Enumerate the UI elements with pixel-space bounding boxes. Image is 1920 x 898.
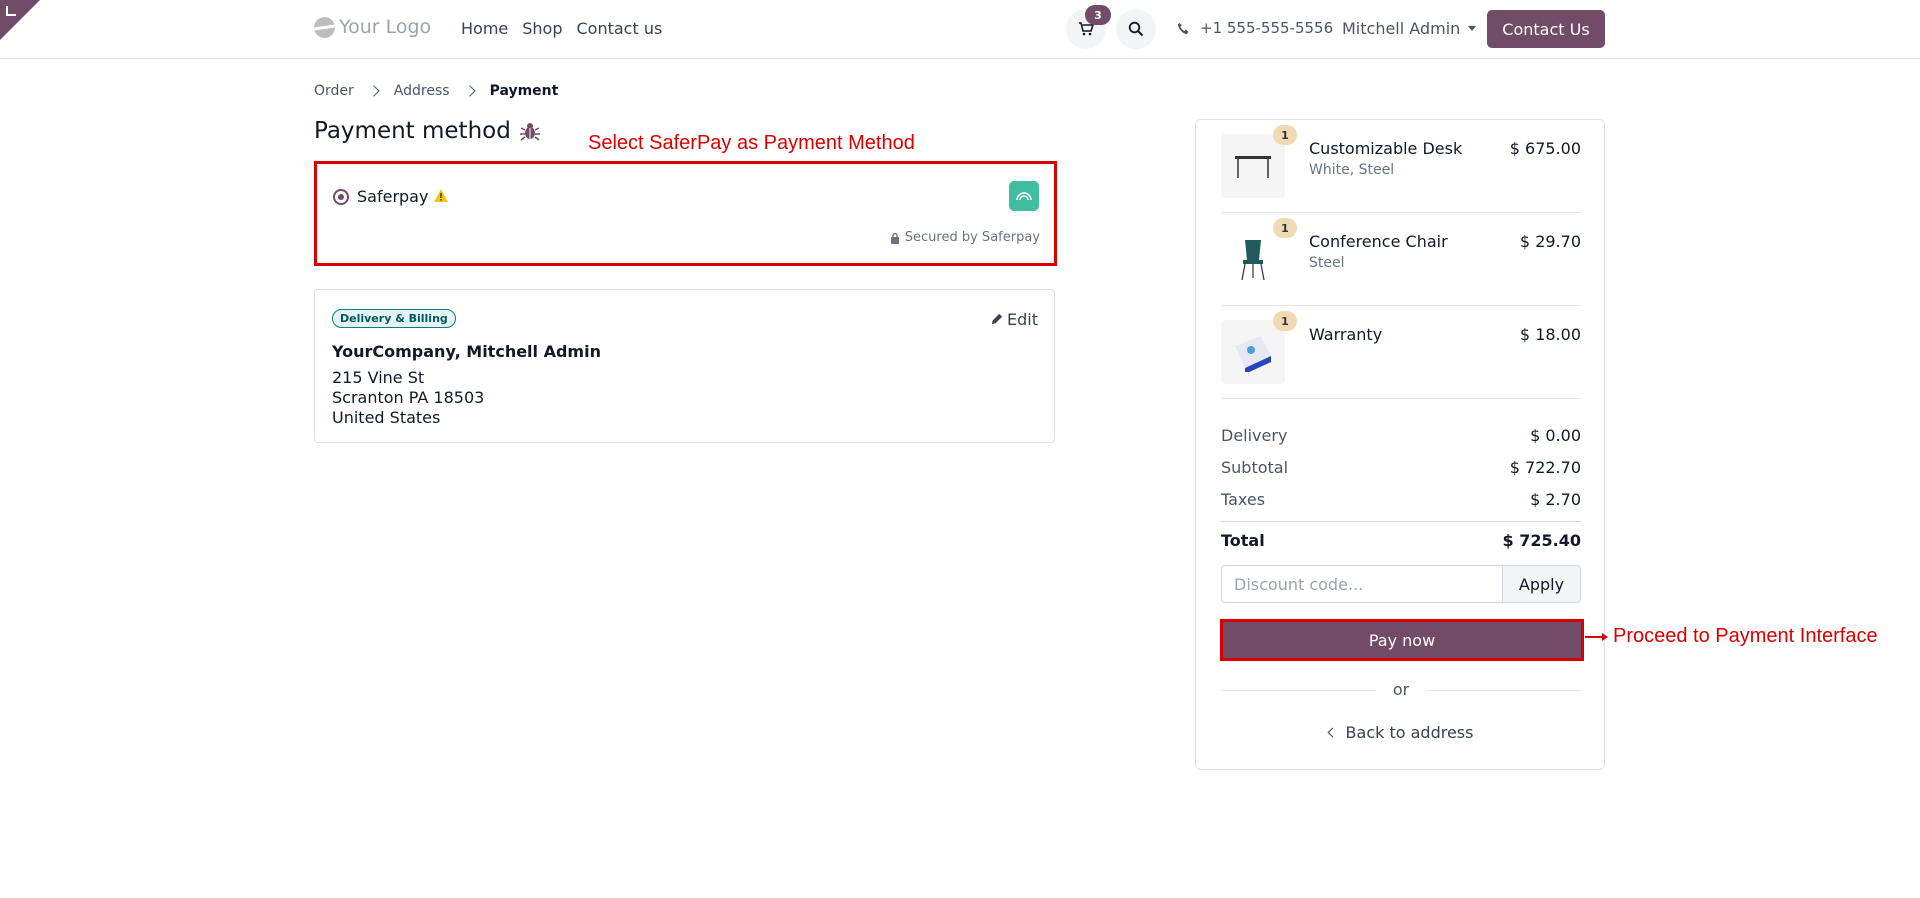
item-price: $ 18.00 [1519,325,1581,344]
address-card: Delivery & Billing Edit YourCompany, Mit… [314,289,1055,443]
delivery-value: $ 0.00 [1530,426,1581,445]
breadcrumb-address[interactable]: Address [394,83,450,99]
page-title: Payment method [314,118,541,144]
contact-us-button[interactable]: Contact Us [1487,10,1605,48]
address-name: YourCompany, Mitchell Admin [332,342,601,361]
nav-shop[interactable]: Shop [522,19,562,38]
subtotal-value: $ 722.70 [1509,458,1581,477]
main-nav: Home Shop Contact us [461,19,662,38]
order-summary: 1 Customizable Desk White, Steel $ 675.0… [1195,119,1605,770]
discount-code-input[interactable] [1221,565,1503,603]
chevron-right-icon [463,85,476,97]
back-label: Back to address [1345,723,1474,742]
taxes-label: Taxes [1221,490,1266,509]
item-price: $ 675.00 [1509,139,1581,158]
warning-icon [434,189,448,202]
phone-icon [1177,22,1189,34]
desk-thumbnail[interactable] [1221,134,1285,198]
cart-item: 1 Conference Chair Steel $ 29.70 [1221,213,1581,306]
secured-text: Secured by Saferpay [904,230,1040,245]
item-variant: Steel [1309,255,1345,271]
nav-contact-us[interactable]: Contact us [577,19,663,38]
edit-label: Edit [1007,310,1038,329]
annotation-select-saferpay: Select SaferPay as Payment Method [588,132,915,154]
total-row: Total $ 725.40 [1221,531,1581,550]
item-name[interactable]: Warranty [1309,325,1382,344]
chair-thumbnail[interactable] [1221,227,1285,291]
cart-item: 1 Warranty $ 18.00 [1221,306,1581,399]
site-header: Your Logo Home Shop Contact us 3 +1 555-… [0,0,1920,59]
delivery-label: Delivery [1221,426,1288,445]
subtotal-row: Subtotal $ 722.70 [1221,458,1581,477]
item-price: $ 29.70 [1519,232,1581,251]
logo-icon [314,16,335,38]
quantity-badge: 1 [1273,311,1297,331]
user-name: Mitchell Admin [1342,19,1461,38]
bug-icon[interactable] [519,120,541,142]
phone-contact[interactable]: +1 555-555-5556 [1177,19,1333,37]
subtotal-label: Subtotal [1221,458,1289,477]
item-variant: White, Steel [1309,162,1395,178]
chevron-left-icon [1327,727,1337,738]
lock-icon [890,232,899,244]
address-line-2: Scranton PA 18503 [332,388,485,407]
delivery-row: Delivery $ 0.00 [1221,426,1581,445]
apply-discount-button[interactable]: Apply [1503,565,1581,603]
saferpay-logo-icon [1009,181,1039,211]
item-name[interactable]: Customizable Desk [1309,139,1462,158]
logo-text: Your Logo [339,16,432,38]
or-separator: or [1221,680,1581,699]
saferpay-radio[interactable] [333,189,349,205]
pay-now-button[interactable]: Pay now [1220,619,1584,661]
back-to-address-link[interactable]: Back to address [1221,723,1581,742]
edit-address-button[interactable]: Edit [990,310,1038,329]
total-value: $ 725.40 [1502,531,1581,550]
quantity-badge: 1 [1273,125,1297,145]
saferpay-label: Saferpay [357,187,429,206]
breadcrumb: Order Address Payment [314,83,558,99]
quantity-badge: 1 [1273,218,1297,238]
address-line-1: 215 Vine St [332,368,425,387]
item-name[interactable]: Conference Chair [1309,232,1448,251]
caret-down-icon [1468,26,1477,31]
cart-count-badge: 3 [1085,5,1111,25]
address-line-3: United States [332,408,441,427]
arrow-icon [1585,632,1608,641]
secured-note: Secured by Saferpay [890,230,1040,245]
search-button[interactable] [1116,9,1156,49]
discount-form: Apply [1221,565,1581,603]
breadcrumb-payment: Payment [489,83,559,99]
annotation-proceed-text: Proceed to Payment Interface [1613,625,1878,647]
annotation-proceed: Proceed to Payment Interface [1585,625,1878,648]
taxes-value: $ 2.70 [1530,490,1581,509]
nav-home[interactable]: Home [461,19,508,38]
payment-option-saferpay[interactable]: Saferpay Secured by Saferpay [314,161,1057,266]
taxes-row: Taxes $ 2.70 [1221,490,1581,509]
cart-item: 1 Customizable Desk White, Steel $ 675.0… [1221,120,1581,213]
phone-number: +1 555-555-5556 [1200,19,1334,37]
divider [1221,521,1581,522]
payment-method-title: Payment method [314,118,511,144]
pencil-icon [991,313,1003,325]
total-label: Total [1221,531,1265,550]
logo[interactable]: Your Logo [314,16,431,38]
search-icon [1128,21,1144,37]
user-menu[interactable]: Mitchell Admin [1342,19,1477,38]
warranty-thumbnail[interactable] [1221,320,1285,384]
breadcrumb-order[interactable]: Order [314,83,354,99]
chevron-right-icon [368,85,380,97]
delivery-billing-badge: Delivery & Billing [332,309,456,328]
